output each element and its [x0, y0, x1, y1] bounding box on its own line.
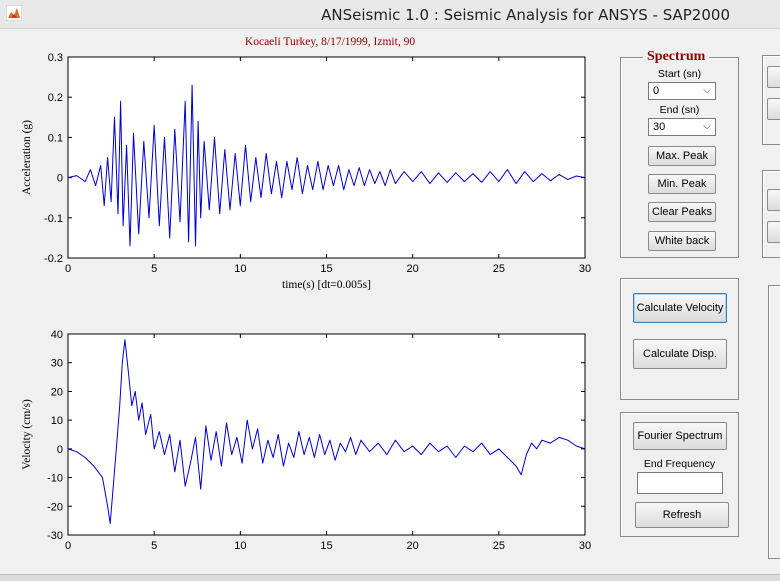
x-tick-label: 30: [579, 263, 591, 275]
plot-area: [67, 56, 586, 259]
fourier-spectrum-button[interactable]: Fourier Spectrum: [633, 422, 727, 450]
fourier-panel: Fourier Spectrum End Frequency Refresh: [620, 412, 739, 537]
cropped-button[interactable]: [767, 189, 780, 211]
y-tick-label: -10: [47, 473, 63, 485]
y-tick-label: 0: [57, 173, 63, 185]
calculate-disp-button[interactable]: Calculate Disp.: [633, 339, 727, 369]
end-select[interactable]: 30 ⌵: [648, 118, 716, 136]
y-axis-label: Velocity (cm/s): [21, 399, 33, 470]
x-tick-label: 0: [65, 263, 71, 275]
min-peak-button[interactable]: Min. Peak: [648, 174, 716, 194]
x-tick-label: 10: [234, 263, 246, 275]
x-tick-label: 15: [320, 540, 332, 552]
x-tick-label: 30: [579, 540, 591, 552]
cropped-button[interactable]: [767, 98, 780, 120]
y-axis-label: Acceleration (g): [21, 120, 33, 195]
plots-canvas: 0 5 10 15 20 25 30 -0.2 -0.1 0 0.1 0.2 0.3 Accelerati…: [21, 52, 591, 552]
calculate-velocity-button[interactable]: Calculate Velocity: [633, 293, 727, 323]
spectrum-panel: Spectrum Start (sn) 0 ⌵ End (sn) 30 ⌵ Ma…: [620, 49, 739, 258]
end-select-value: 30: [653, 121, 666, 133]
x-tick-label: 20: [407, 263, 419, 275]
y-tick-label: 0: [57, 444, 63, 456]
x-tick-label: 5: [151, 263, 157, 275]
end-frequency-label: End Frequency: [643, 458, 716, 470]
right-panel-top: [762, 55, 780, 145]
y-tick-label: 10: [51, 415, 63, 427]
right-panel-middle: [762, 170, 780, 258]
max-peak-button[interactable]: Max. Peak: [648, 146, 716, 166]
end-frequency-input[interactable]: [637, 472, 723, 494]
y-tick-label: 20: [51, 386, 63, 398]
right-panel-bottom: [768, 285, 780, 559]
x-tick-label: 0: [65, 540, 71, 552]
y-tick-label: -30: [47, 530, 63, 542]
y-tick-label: 0.3: [48, 52, 63, 64]
chevron-down-icon: ⌵: [703, 85, 711, 96]
end-label: End (sn): [659, 104, 700, 116]
spectrum-title: Spectrum: [643, 49, 710, 65]
x-tick-label: 15: [320, 263, 332, 275]
chevron-down-icon: ⌵: [703, 121, 711, 132]
start-select-value: 0: [653, 85, 660, 97]
x-tick-label: 20: [407, 540, 419, 552]
white-back-button[interactable]: White back: [648, 231, 716, 251]
cropped-button[interactable]: [767, 66, 780, 88]
x-tick-label: 5: [151, 540, 157, 552]
x-tick-label: 25: [493, 263, 505, 275]
y-tick-label: 40: [51, 329, 63, 341]
y-tick-label: -20: [47, 501, 63, 513]
y-tick-label: 0.1: [48, 132, 63, 144]
x-axis-label: time(s) [dt=0.005s]: [282, 279, 371, 291]
y-tick-label: -0.2: [44, 253, 63, 265]
calculate-panel: Calculate Velocity Calculate Disp.: [620, 278, 739, 400]
x-tick-label: 25: [493, 540, 505, 552]
x-tick-label: 10: [234, 540, 246, 552]
start-select[interactable]: 0 ⌵: [648, 82, 716, 100]
y-tick-label: 0.2: [48, 92, 63, 104]
start-label: Start (sn): [657, 68, 702, 80]
clear-peaks-button[interactable]: Clear Peaks: [648, 202, 716, 222]
y-tick-label: -0.1: [44, 213, 63, 225]
cropped-button[interactable]: [767, 221, 780, 243]
y-tick-label: 30: [51, 358, 63, 370]
refresh-button[interactable]: Refresh: [635, 502, 729, 528]
